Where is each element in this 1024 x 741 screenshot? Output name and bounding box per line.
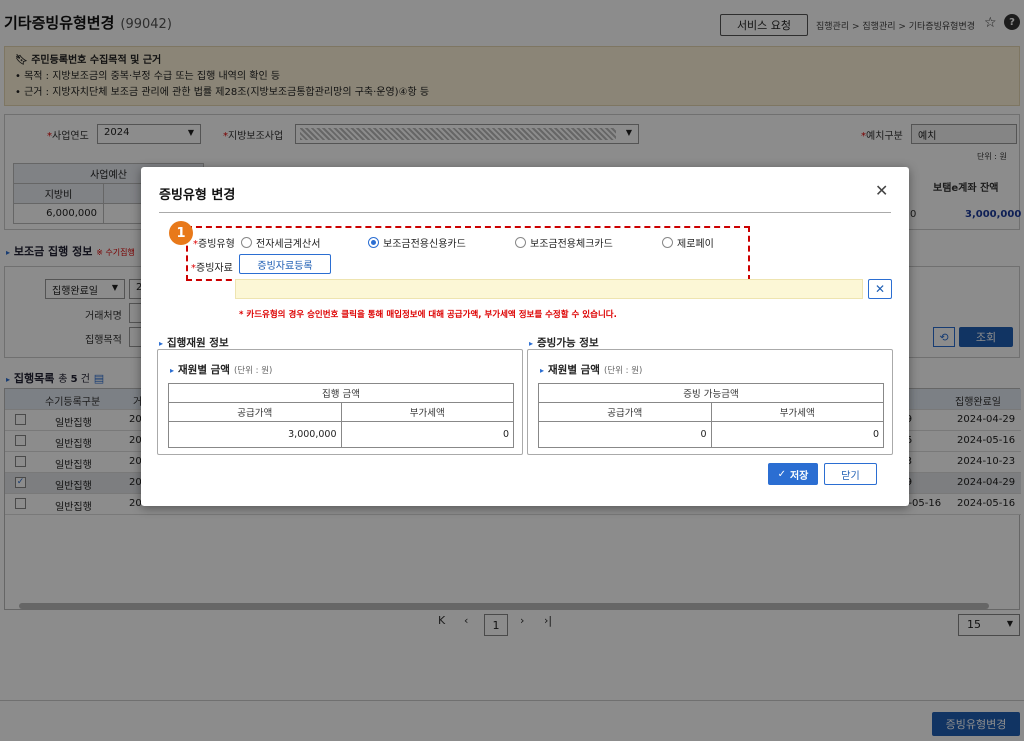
triangle-icon: ▸ [540,366,545,375]
exec-amount-table: 집행 금액 공급가액 부가세액 3,000,000 0 [168,383,514,448]
modal-title: 증빙유형 변경 [159,188,236,203]
exec-amount-header: 집행 금액 [168,383,514,403]
radio-zero-pay[interactable]: 제로페이 [662,235,714,250]
proof-available-title: ▸ 증빙가능 정보 [529,337,599,349]
modal-divider [159,212,891,213]
radio-button[interactable] [241,237,252,248]
exec-source-subtitle: ▸ 재원별 금액 (단위 : 원) [170,364,273,376]
radio-button[interactable] [662,237,673,248]
close-button[interactable]: 닫기 [824,463,877,485]
proof-type-label: *증빙유형 [193,239,235,250]
register-proof-button[interactable]: 증빙자료등록 [239,254,331,274]
triangle-icon: ▸ [170,366,175,375]
card-warning: * 카드유형의 경우 승인번호 클릭을 통해 매입정보에 대해 공급가액, 부가… [239,310,617,320]
radio-button[interactable] [515,237,526,248]
triangle-icon: ▸ [159,339,164,348]
radio-check-card[interactable]: 보조금전용체크카드 [515,235,613,250]
proof-data-label: *증빙자료 [191,263,233,274]
triangle-icon: ▸ [529,339,534,348]
change-proof-type-modal: 증빙유형 변경 ✕ 1 *증빙유형 전자세금계산서 보조금전용신용카드 보조금전… [141,167,909,506]
vat-header: 부가세액 [710,402,884,422]
clear-icon[interactable]: ✕ [868,279,892,299]
radio-tax-invoice[interactable]: 전자세금계산서 [241,235,320,250]
proof-amount-header: 증빙 가능금액 [538,383,884,403]
radio-button[interactable] [368,237,379,248]
save-button[interactable]: ✓ 저장 [768,463,818,485]
proof-available-panel: ▸ 재원별 금액 (단위 : 원) 증빙 가능금액 공급가액 부가세액 00 [527,349,893,455]
proof-amount-table: 증빙 가능금액 공급가액 부가세액 00 [538,383,884,448]
supply-header: 공급가액 [538,402,712,422]
proof-data-field [235,279,863,299]
close-icon[interactable]: ✕ [875,181,888,200]
exec-source-panel: ▸ 재원별 금액 (단위 : 원) 집행 금액 공급가액 부가세액 3,000,000… [157,349,523,455]
proof-vat-amount: 0 [710,421,884,448]
proof-available-subtitle: ▸ 재원별 금액 (단위 : 원) [540,364,643,376]
vat-header: 부가세액 [340,402,514,422]
supply-amount[interactable]: 3,000,000 [168,421,342,448]
exec-source-title: ▸ 집행재원 정보 [159,337,229,349]
check-icon: ✓ [777,468,786,480]
proof-supply-amount: 0 [538,421,712,448]
supply-header: 공급가액 [168,402,342,422]
vat-amount[interactable]: 0 [340,421,514,448]
callout-badge: 1 [169,221,193,245]
radio-credit-card[interactable]: 보조금전용신용카드 [368,235,466,250]
